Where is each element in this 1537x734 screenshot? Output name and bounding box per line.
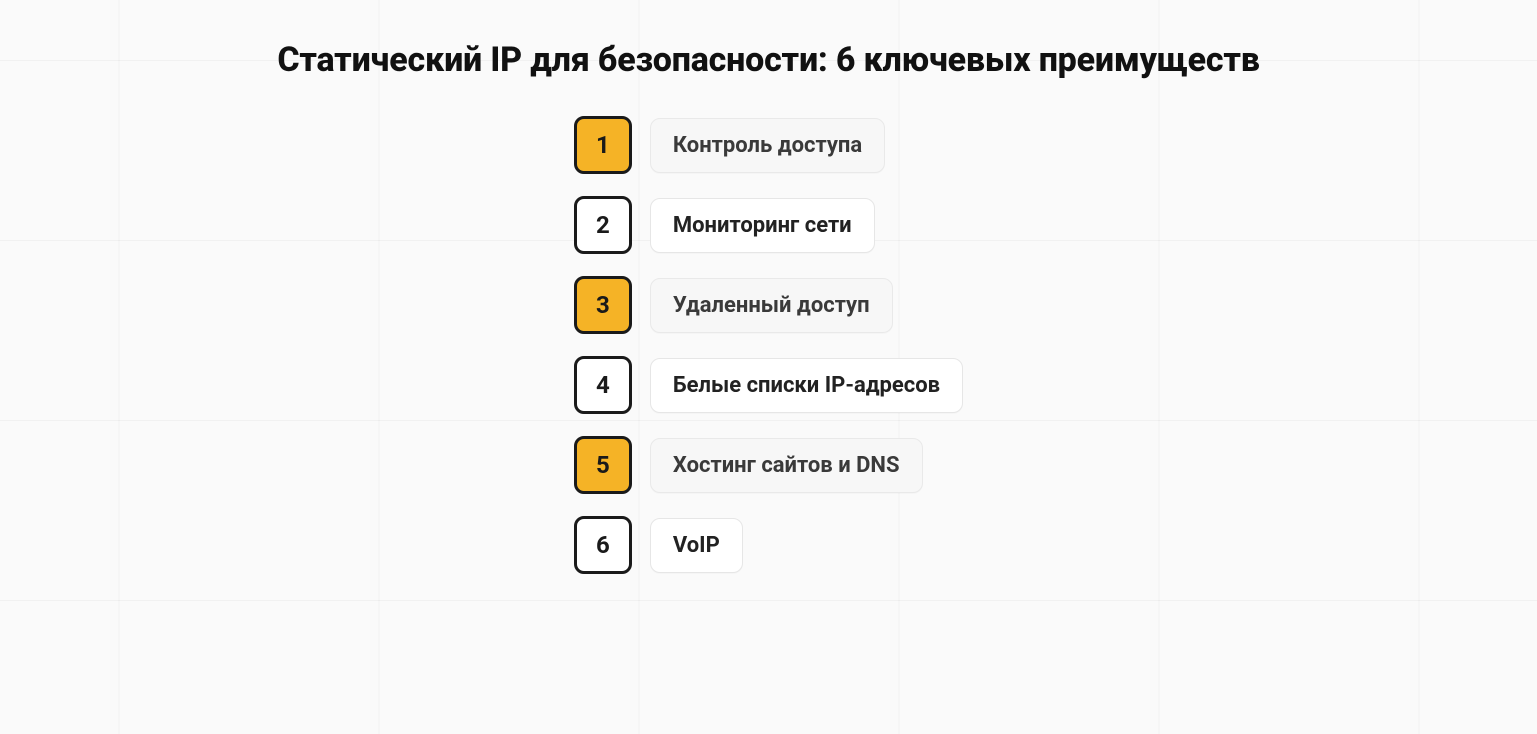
list-item: 2 Мониторинг сети [574, 196, 875, 254]
item-label-card: Хостинг сайтов и DNS [650, 438, 923, 493]
list-item: 1 Контроль доступа [574, 116, 885, 174]
item-label-card: Удаленный доступ [650, 278, 893, 333]
list-item: 4 Белые списки IP-адресов [574, 356, 963, 414]
list-item: 6 VoIP [574, 516, 743, 574]
diagram-title: Статический IP для безопасности: 6 ключе… [277, 40, 1259, 80]
item-label-card: Контроль доступа [650, 118, 885, 173]
diagram-container: Статический IP для безопасности: 6 ключе… [0, 0, 1537, 734]
list-item: 5 Хостинг сайтов и DNS [574, 436, 923, 494]
item-label-card: VoIP [650, 518, 743, 573]
item-label-card: Белые списки IP-адресов [650, 358, 963, 413]
item-number-badge: 1 [574, 116, 632, 174]
benefit-list: 1 Контроль доступа 2 Мониторинг сети 3 У… [574, 116, 963, 574]
item-number-badge: 2 [574, 196, 632, 254]
list-item: 3 Удаленный доступ [574, 276, 893, 334]
item-number-badge: 4 [574, 356, 632, 414]
item-label-card: Мониторинг сети [650, 198, 875, 253]
item-number-badge: 5 [574, 436, 632, 494]
item-number-badge: 3 [574, 276, 632, 334]
item-number-badge: 6 [574, 516, 632, 574]
